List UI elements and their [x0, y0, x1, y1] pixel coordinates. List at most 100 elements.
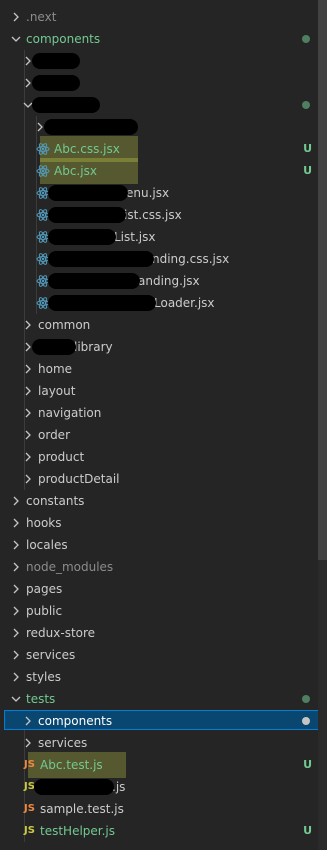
item-label: nding.css.jsx [152, 252, 230, 266]
file-nding-css-jsx[interactable]: nding.css.jsx [0, 248, 320, 270]
folder-product[interactable]: product [0, 446, 320, 468]
chevron-down-icon[interactable] [10, 31, 22, 47]
item-label: layout [38, 384, 76, 398]
folder-layout[interactable]: layout [0, 380, 320, 402]
folder-order[interactable]: order [0, 424, 320, 446]
chevron-right-icon[interactable] [22, 713, 34, 729]
folder-next[interactable]: .next [0, 6, 320, 28]
item-label: components [26, 32, 101, 46]
folder-navigation[interactable]: navigation [0, 402, 320, 424]
chevron-right-icon[interactable] [22, 471, 34, 487]
chevron-right-icon[interactable] [10, 559, 22, 575]
folder-common[interactable]: common [0, 314, 320, 336]
file-abc-test-js[interactable]: JS Abc.test.js U [0, 754, 320, 776]
item-label: order [38, 428, 70, 442]
chevron-right-icon[interactable] [10, 669, 22, 685]
modified-dot-icon [302, 717, 310, 725]
chevron-right-icon[interactable] [10, 9, 22, 25]
folder-components[interactable]: components [0, 28, 320, 50]
folder-components[interactable]: components [0, 710, 320, 732]
file-enu-jsx[interactable]: enu.jsx [0, 182, 320, 204]
file-ist-css-jsx[interactable]: ist.css.jsx [0, 204, 320, 226]
folder-styles[interactable]: styles [0, 666, 320, 688]
file-abc-jsx[interactable]: Abc.jsx U [0, 160, 320, 182]
chevron-right-icon[interactable] [22, 361, 34, 377]
folder-node-modules[interactable]: node_modules [0, 556, 320, 578]
item-label: pages [26, 582, 63, 596]
folder-redacted[interactable] [0, 94, 320, 116]
item-label: hooks [26, 516, 62, 530]
chevron-right-icon[interactable] [10, 493, 22, 509]
folder-redacted[interactable] [0, 116, 320, 138]
chevron-right-icon[interactable] [22, 427, 34, 443]
item-label: components [38, 714, 113, 728]
modified-dot-icon [302, 101, 310, 109]
chevron-right-icon[interactable] [22, 405, 34, 421]
modified-dot-icon [302, 35, 310, 43]
chevron-right-icon[interactable] [10, 603, 22, 619]
chevron-right-icon[interactable] [22, 449, 34, 465]
chevron-right-icon[interactable] [22, 317, 34, 333]
redaction-mark [32, 75, 80, 91]
redaction-mark [32, 339, 76, 355]
chevron-right-icon[interactable] [22, 735, 34, 751]
chevron-right-icon[interactable] [10, 537, 22, 553]
item-label: tests [26, 692, 56, 706]
file-sample-test-js[interactable]: JS sample.test.js [0, 798, 320, 820]
js-file-icon: JS [24, 759, 35, 770]
chevron-right-icon[interactable] [10, 515, 22, 531]
item-label: node_modules [26, 560, 114, 574]
scrollbar-track[interactable] [318, 0, 327, 850]
folder-redacted[interactable] [0, 50, 320, 72]
git-status-badge: U [303, 142, 312, 155]
chevron-right-icon[interactable] [10, 625, 22, 641]
item-label: Loader.jsx [154, 296, 215, 310]
folder-constants[interactable]: constants [0, 490, 320, 512]
chevron-right-icon[interactable] [22, 383, 34, 399]
folder-library[interactable]: library [0, 336, 320, 358]
item-label: public [26, 604, 63, 618]
file-anding-jsx[interactable]: anding.jsx [0, 270, 320, 292]
item-label: Abc.jsx [54, 164, 97, 178]
item-label: sample.test.js [40, 802, 124, 816]
redaction-mark [32, 97, 100, 113]
folder-productdetail[interactable]: productDetail [0, 468, 320, 490]
folder-locales[interactable]: locales [0, 534, 320, 556]
item-label: redux-store [26, 626, 96, 640]
item-label: ist.css.jsx [124, 208, 182, 222]
item-label: navigation [38, 406, 102, 420]
item-label: productDetail [38, 472, 120, 486]
item-label: Abc.css.jsx [54, 142, 120, 156]
folder-home[interactable]: home [0, 358, 320, 380]
file-loader-jsx[interactable]: Loader.jsx [0, 292, 320, 314]
js-file-icon: JS [24, 803, 35, 814]
item-label: anding.jsx [138, 274, 200, 288]
folder-public[interactable]: public [0, 600, 320, 622]
item-label: home [38, 362, 73, 376]
file-abc-css-jsx[interactable]: Abc.css.jsx U [0, 138, 320, 160]
item-label: library [74, 340, 113, 354]
file-list-jsx[interactable]: List.jsx [0, 226, 320, 248]
item-label: testHelper.js [40, 824, 116, 838]
folder-tests[interactable]: tests [0, 688, 320, 710]
folder-services[interactable]: services [0, 732, 320, 754]
chevron-right-icon[interactable] [10, 647, 22, 663]
folder-hooks[interactable]: hooks [0, 512, 320, 534]
redaction-mark [48, 273, 140, 289]
git-status-badge: U [303, 164, 312, 177]
chevron-right-icon[interactable] [10, 581, 22, 597]
item-label: services [38, 736, 88, 750]
folder-redacted[interactable] [0, 72, 320, 94]
folder-pages[interactable]: pages [0, 578, 320, 600]
item-label: .next [26, 10, 57, 24]
js-file-icon: JS [24, 825, 35, 836]
folder-redux-store[interactable]: redux-store [0, 622, 320, 644]
file-testhelper-js[interactable]: JS testHelper.js U [0, 820, 320, 842]
folder-services[interactable]: services [0, 644, 320, 666]
scrollbar-thumb[interactable] [318, 0, 327, 560]
file-js[interactable]: JS .js [0, 776, 320, 798]
item-label: .js [112, 780, 126, 794]
redaction-mark [48, 185, 128, 201]
item-label: enu.jsx [126, 186, 170, 200]
chevron-down-icon[interactable] [10, 691, 22, 707]
